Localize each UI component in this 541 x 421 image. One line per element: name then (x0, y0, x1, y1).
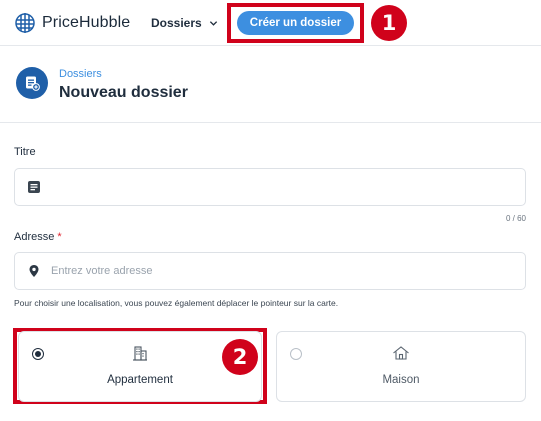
apartment-building-icon (133, 346, 147, 361)
annotation-badge-1-text: 1 (381, 11, 397, 35)
address-field-label: Adresse * (14, 231, 62, 243)
document-plus-icon (26, 76, 40, 91)
new-dossier-icon (16, 67, 48, 99)
create-dossier-label: Créer un dossier (249, 17, 342, 29)
title-character-counter: 0 / 60 (505, 214, 526, 223)
title-field[interactable] (14, 168, 526, 206)
map-pin-icon (27, 264, 41, 278)
top-navigation-bar: PriceHubble Dossiers Créer un dossier 1 (0, 0, 541, 46)
page-header: Dossiers Nouveau dossier (0, 47, 541, 123)
annotation-badge-1: 1 (371, 5, 407, 41)
page-title: Nouveau dossier (59, 84, 188, 101)
annotation-badge-2: 2 (222, 339, 258, 375)
breadcrumb[interactable]: Dossiers (59, 68, 102, 80)
property-type-house[interactable]: Maison (276, 331, 526, 402)
pricehubble-logo[interactable]: PriceHubble (14, 12, 130, 34)
chevron-down-icon (209, 20, 217, 26)
address-label-text: Adresse (14, 231, 55, 243)
apartment-radio[interactable] (32, 348, 44, 360)
house-icon (393, 346, 409, 360)
address-placeholder: Entrez votre adresse (51, 265, 153, 277)
create-dossier-button[interactable]: Créer un dossier (237, 11, 354, 35)
house-radio[interactable] (290, 348, 302, 360)
nav-dossiers-label: Dossiers (151, 16, 202, 30)
logo-text: PriceHubble (42, 14, 131, 31)
address-field[interactable]: Entrez votre adresse (14, 252, 526, 290)
apartment-label: Appartement (107, 374, 173, 386)
address-hint-text: Pour choisir une localisation, vous pouv… (14, 298, 339, 308)
annotation-badge-2-text: 2 (232, 345, 248, 369)
pricehubble-logo-icon (15, 13, 35, 33)
required-asterisk: * (57, 231, 62, 243)
nav-dossiers-dropdown[interactable]: Dossiers (151, 16, 218, 30)
house-label: Maison (382, 374, 420, 386)
notes-icon (27, 180, 41, 194)
title-field-label: Titre (14, 146, 36, 158)
